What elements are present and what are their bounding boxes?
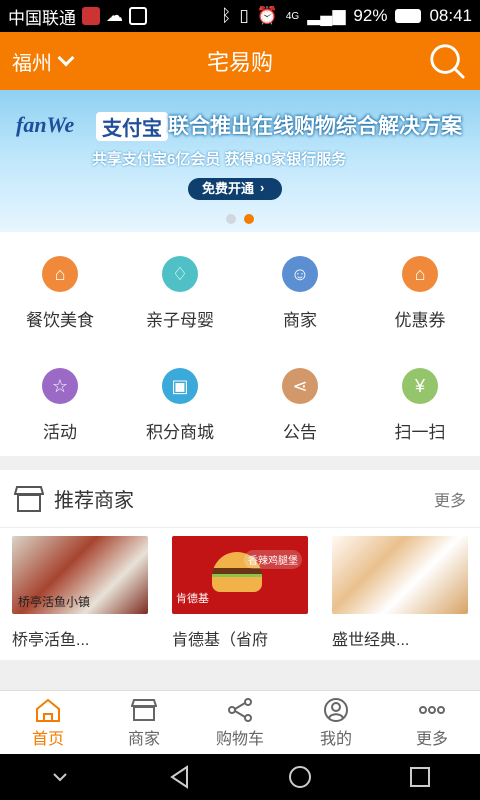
category-label: 扫一扫 [394, 423, 446, 442]
tab-label: 商家 [127, 730, 160, 748]
image-tag: 香辣鸡腿堡 [244, 550, 302, 569]
back-icon [170, 765, 188, 789]
recommend-section: 推荐商家 更多 桥亭活鱼小镇 桥亭活鱼... 肯德基 香辣鸡腿堡 肯德基（省府 … [0, 470, 480, 660]
carousel-indicator [226, 214, 254, 224]
category-grid: ⌂ 餐饮美食 ♢ 亲子母婴 ☺ 商家 ⌂ 优惠券 ☆ 活动 ▣ 积分商城 ⋖ 公… [0, 232, 480, 456]
bluetooth-icon: ᛒ [221, 6, 232, 25]
search-icon [430, 44, 465, 79]
user-icon: ☺ [282, 256, 318, 292]
app-title: 宅易购 [206, 50, 273, 75]
merchant-image: 桥亭活鱼小镇 [12, 536, 148, 614]
battery-icon [395, 9, 422, 23]
city-selector[interactable]: 福州 [0, 47, 75, 76]
store-icon [131, 698, 157, 721]
weather-icon: ☁ [106, 6, 123, 25]
section-divider [0, 660, 480, 690]
merchant-image [332, 536, 468, 614]
gift-icon: ▣ [162, 368, 198, 404]
merchant-name: 桥亭活鱼... [12, 632, 90, 649]
app-notification-icon [82, 7, 100, 25]
category-announcements[interactable]: ⋖ 公告 [240, 344, 360, 456]
category-merchants[interactable]: ☺ 商家 [240, 232, 360, 344]
category-baby[interactable]: ♢ 亲子母婴 [120, 232, 240, 344]
search-button[interactable] [428, 42, 466, 80]
image-caption: 桥亭活鱼小镇 [18, 595, 91, 609]
merchant-card[interactable]: 盛世经典... [332, 536, 480, 650]
category-coupons[interactable]: ⌂ 优惠券 [360, 232, 480, 344]
share-icon [228, 697, 252, 722]
home-button[interactable] [283, 760, 317, 794]
network-type: 4G [285, 10, 300, 22]
city-label: 福州 [12, 52, 52, 75]
share-icon: ⋖ [282, 368, 318, 404]
merchant-card[interactable]: 桥亭活鱼小镇 桥亭活鱼... [12, 536, 160, 650]
tab-more[interactable]: 更多 [384, 691, 480, 754]
app-header: 福州 宅易购 [0, 32, 480, 90]
tab-cart[interactable]: 购物车 [192, 691, 288, 754]
tab-home[interactable]: 首页 [0, 691, 96, 754]
category-points-mall[interactable]: ▣ 积分商城 [120, 344, 240, 456]
category-events[interactable]: ☆ 活动 [0, 344, 120, 456]
battery-percent: 92% [353, 6, 388, 25]
alipay-logo: 支付宝 [96, 112, 168, 141]
vibrate-icon: ▯ [239, 6, 249, 25]
chevron-down-icon [57, 49, 75, 67]
tab-label: 我的 [319, 730, 352, 748]
star-user-icon: ☆ [42, 368, 78, 404]
banner-cta-button[interactable]: 免费开通 [188, 177, 283, 200]
fanwe-logo: fanWe [16, 112, 75, 137]
home-icon [36, 698, 60, 722]
signal-icon: ▂▄▆ [307, 6, 346, 25]
tag-icon: ⌂ [42, 256, 78, 292]
category-label: 积分商城 [146, 423, 214, 442]
back-button[interactable] [163, 760, 197, 794]
carousel-dot-active[interactable] [244, 214, 254, 224]
category-dining[interactable]: ⌂ 餐饮美食 [0, 232, 120, 344]
section-header: 推荐商家 更多 [0, 470, 480, 528]
category-label: 活动 [43, 423, 77, 442]
more-icon [419, 705, 445, 714]
carousel-dot[interactable] [226, 214, 236, 224]
carrier-label: 中国联通 [8, 8, 76, 28]
category-label: 亲子母婴 [146, 311, 214, 330]
category-label: 商家 [283, 311, 317, 330]
store-icon [14, 485, 44, 512]
bottom-tab-bar: 首页 商家 购物车 我的 更多 [0, 690, 480, 754]
image-caption: 肯德基 [176, 593, 209, 605]
merchant-card[interactable]: 肯德基 香辣鸡腿堡 肯德基（省府 [172, 536, 320, 650]
profile-icon [324, 697, 348, 722]
category-label: 公告 [283, 423, 317, 442]
chevron-down-icon [53, 773, 67, 782]
merchant-name: 盛世经典... [332, 632, 410, 649]
system-nav-bar [0, 754, 480, 800]
coupon-icon: ⌂ [402, 256, 438, 292]
merchant-list: 桥亭活鱼小镇 桥亭活鱼... 肯德基 香辣鸡腿堡 肯德基（省府 盛世经典... [0, 528, 480, 650]
tab-merchants[interactable]: 商家 [96, 691, 192, 754]
alarm-icon: ⏰ [256, 6, 278, 25]
category-scan[interactable]: ¥ 扫一扫 [360, 344, 480, 456]
tab-label: 更多 [415, 730, 448, 748]
section-title: 推荐商家 [54, 490, 134, 512]
promo-banner[interactable]: fanWe 支付宝 联合推出在线购物综合解决方案 共享支付宝6亿会员 获得80家… [0, 90, 480, 232]
download-icon [129, 7, 147, 25]
scan-icon: ¥ [402, 368, 438, 404]
more-link[interactable]: 更多 [434, 487, 466, 511]
tab-profile[interactable]: 我的 [288, 691, 384, 754]
recents-icon [410, 767, 430, 787]
merchant-image: 肯德基 香辣鸡腿堡 [172, 536, 308, 614]
hide-keyboard-button[interactable] [43, 760, 77, 794]
banner-subline: 共享支付宝6亿会员 获得80家银行服务 [92, 151, 347, 168]
tab-label: 首页 [31, 730, 64, 748]
banner-headline: 联合推出在线购物综合解决方案 [168, 115, 462, 138]
category-label: 餐饮美食 [26, 311, 94, 330]
bottle-icon: ♢ [162, 256, 198, 292]
recents-button[interactable] [403, 760, 437, 794]
clock: 08:41 [429, 6, 472, 25]
tab-label: 购物车 [215, 730, 264, 748]
category-label: 优惠券 [394, 311, 446, 330]
home-circle-icon [289, 766, 311, 788]
merchant-name: 肯德基（省府 [172, 632, 269, 649]
status-bar: 中国联通 ☁ ᛒ ▯ ⏰ 4G ▂▄▆ 92% 08:41 [0, 0, 480, 32]
